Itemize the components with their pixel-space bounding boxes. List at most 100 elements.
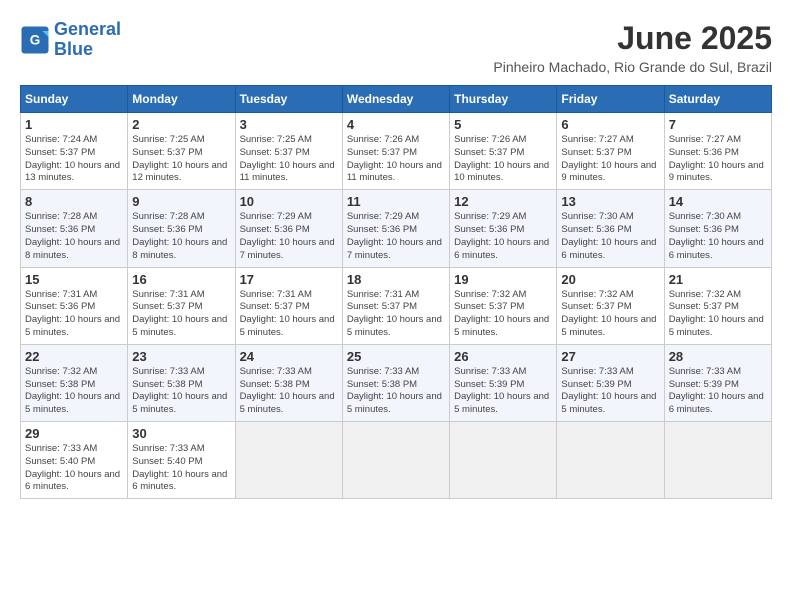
- weekday-header-row: SundayMondayTuesdayWednesdayThursdayFrid…: [21, 86, 772, 113]
- empty-cell: [450, 422, 557, 499]
- empty-cell: [557, 422, 664, 499]
- cell-info-20: Sunrise: 7:32 AM Sunset: 5:37 PM Dayligh…: [561, 289, 659, 340]
- cell-day-11: 11: [347, 194, 445, 209]
- cell-day-26: 26: [454, 349, 552, 364]
- calendar-cell-17: 17 Sunrise: 7:31 AM Sunset: 5:37 PM Dayl…: [235, 267, 342, 344]
- cell-day-30: 30: [132, 426, 230, 441]
- cell-info-9: Sunrise: 7:28 AM Sunset: 5:36 PM Dayligh…: [132, 211, 230, 262]
- cell-day-7: 7: [669, 117, 767, 132]
- weekday-header-monday: Monday: [128, 86, 235, 113]
- week-row-3: 15 Sunrise: 7:31 AM Sunset: 5:36 PM Dayl…: [21, 267, 772, 344]
- cell-info-11: Sunrise: 7:29 AM Sunset: 5:36 PM Dayligh…: [347, 211, 445, 262]
- cell-info-3: Sunrise: 7:25 AM Sunset: 5:37 PM Dayligh…: [240, 134, 338, 185]
- cell-day-9: 9: [132, 194, 230, 209]
- calendar-cell-25: 25 Sunrise: 7:33 AM Sunset: 5:38 PM Dayl…: [342, 344, 449, 421]
- cell-info-17: Sunrise: 7:31 AM Sunset: 5:37 PM Dayligh…: [240, 289, 338, 340]
- cell-day-28: 28: [669, 349, 767, 364]
- calendar-cell-11: 11 Sunrise: 7:29 AM Sunset: 5:36 PM Dayl…: [342, 190, 449, 267]
- cell-day-8: 8: [25, 194, 123, 209]
- empty-cell: [235, 422, 342, 499]
- cell-day-2: 2: [132, 117, 230, 132]
- cell-info-7: Sunrise: 7:27 AM Sunset: 5:36 PM Dayligh…: [669, 134, 767, 185]
- cell-info-12: Sunrise: 7:29 AM Sunset: 5:36 PM Dayligh…: [454, 211, 552, 262]
- cell-info-10: Sunrise: 7:29 AM Sunset: 5:36 PM Dayligh…: [240, 211, 338, 262]
- calendar-cell-5: 5 Sunrise: 7:26 AM Sunset: 5:37 PM Dayli…: [450, 113, 557, 190]
- cell-day-14: 14: [669, 194, 767, 209]
- cell-info-19: Sunrise: 7:32 AM Sunset: 5:37 PM Dayligh…: [454, 289, 552, 340]
- cell-info-30: Sunrise: 7:33 AM Sunset: 5:40 PM Dayligh…: [132, 443, 230, 494]
- cell-info-24: Sunrise: 7:33 AM Sunset: 5:38 PM Dayligh…: [240, 366, 338, 417]
- cell-day-16: 16: [132, 272, 230, 287]
- calendar-cell-13: 13 Sunrise: 7:30 AM Sunset: 5:36 PM Dayl…: [557, 190, 664, 267]
- calendar-cell-8: 8 Sunrise: 7:28 AM Sunset: 5:36 PM Dayli…: [21, 190, 128, 267]
- cell-info-6: Sunrise: 7:27 AM Sunset: 5:37 PM Dayligh…: [561, 134, 659, 185]
- svg-text:G: G: [30, 32, 41, 47]
- cell-day-18: 18: [347, 272, 445, 287]
- weekday-header-saturday: Saturday: [664, 86, 771, 113]
- calendar-cell-28: 28 Sunrise: 7:33 AM Sunset: 5:39 PM Dayl…: [664, 344, 771, 421]
- logo: G General Blue: [20, 20, 121, 60]
- cell-day-27: 27: [561, 349, 659, 364]
- calendar-cell-4: 4 Sunrise: 7:26 AM Sunset: 5:37 PM Dayli…: [342, 113, 449, 190]
- calendar-cell-21: 21 Sunrise: 7:32 AM Sunset: 5:37 PM Dayl…: [664, 267, 771, 344]
- cell-day-10: 10: [240, 194, 338, 209]
- cell-info-23: Sunrise: 7:33 AM Sunset: 5:38 PM Dayligh…: [132, 366, 230, 417]
- cell-info-15: Sunrise: 7:31 AM Sunset: 5:36 PM Dayligh…: [25, 289, 123, 340]
- cell-day-1: 1: [25, 117, 123, 132]
- calendar-cell-9: 9 Sunrise: 7:28 AM Sunset: 5:36 PM Dayli…: [128, 190, 235, 267]
- calendar-cell-23: 23 Sunrise: 7:33 AM Sunset: 5:38 PM Dayl…: [128, 344, 235, 421]
- cell-day-21: 21: [669, 272, 767, 287]
- calendar-cell-24: 24 Sunrise: 7:33 AM Sunset: 5:38 PM Dayl…: [235, 344, 342, 421]
- weekday-header-wednesday: Wednesday: [342, 86, 449, 113]
- empty-cell: [664, 422, 771, 499]
- cell-info-2: Sunrise: 7:25 AM Sunset: 5:37 PM Dayligh…: [132, 134, 230, 185]
- calendar-cell-3: 3 Sunrise: 7:25 AM Sunset: 5:37 PM Dayli…: [235, 113, 342, 190]
- cell-day-3: 3: [240, 117, 338, 132]
- calendar-cell-22: 22 Sunrise: 7:32 AM Sunset: 5:38 PM Dayl…: [21, 344, 128, 421]
- calendar-cell-2: 2 Sunrise: 7:25 AM Sunset: 5:37 PM Dayli…: [128, 113, 235, 190]
- weekday-header-tuesday: Tuesday: [235, 86, 342, 113]
- cell-info-8: Sunrise: 7:28 AM Sunset: 5:36 PM Dayligh…: [25, 211, 123, 262]
- calendar-cell-15: 15 Sunrise: 7:31 AM Sunset: 5:36 PM Dayl…: [21, 267, 128, 344]
- title-area: June 2025 Pinheiro Machado, Rio Grande d…: [493, 20, 772, 75]
- logo-icon: G: [20, 25, 50, 55]
- cell-info-21: Sunrise: 7:32 AM Sunset: 5:37 PM Dayligh…: [669, 289, 767, 340]
- cell-day-25: 25: [347, 349, 445, 364]
- calendar-cell-6: 6 Sunrise: 7:27 AM Sunset: 5:37 PM Dayli…: [557, 113, 664, 190]
- cell-day-19: 19: [454, 272, 552, 287]
- cell-info-18: Sunrise: 7:31 AM Sunset: 5:37 PM Dayligh…: [347, 289, 445, 340]
- week-row-4: 22 Sunrise: 7:32 AM Sunset: 5:38 PM Dayl…: [21, 344, 772, 421]
- header: G General Blue June 2025 Pinheiro Machad…: [20, 20, 772, 75]
- cell-day-4: 4: [347, 117, 445, 132]
- subtitle: Pinheiro Machado, Rio Grande do Sul, Bra…: [493, 59, 772, 75]
- calendar-cell-19: 19 Sunrise: 7:32 AM Sunset: 5:37 PM Dayl…: [450, 267, 557, 344]
- cell-info-4: Sunrise: 7:26 AM Sunset: 5:37 PM Dayligh…: [347, 134, 445, 185]
- weekday-header-thursday: Thursday: [450, 86, 557, 113]
- cell-day-13: 13: [561, 194, 659, 209]
- weekday-header-sunday: Sunday: [21, 86, 128, 113]
- cell-day-20: 20: [561, 272, 659, 287]
- cell-day-12: 12: [454, 194, 552, 209]
- cell-day-23: 23: [132, 349, 230, 364]
- calendar-cell-10: 10 Sunrise: 7:29 AM Sunset: 5:36 PM Dayl…: [235, 190, 342, 267]
- calendar-cell-27: 27 Sunrise: 7:33 AM Sunset: 5:39 PM Dayl…: [557, 344, 664, 421]
- cell-info-26: Sunrise: 7:33 AM Sunset: 5:39 PM Dayligh…: [454, 366, 552, 417]
- calendar-cell-18: 18 Sunrise: 7:31 AM Sunset: 5:37 PM Dayl…: [342, 267, 449, 344]
- cell-day-5: 5: [454, 117, 552, 132]
- cell-info-27: Sunrise: 7:33 AM Sunset: 5:39 PM Dayligh…: [561, 366, 659, 417]
- calendar-cell-7: 7 Sunrise: 7:27 AM Sunset: 5:36 PM Dayli…: [664, 113, 771, 190]
- calendar-cell-29: 29 Sunrise: 7:33 AM Sunset: 5:40 PM Dayl…: [21, 422, 128, 499]
- calendar-cell-26: 26 Sunrise: 7:33 AM Sunset: 5:39 PM Dayl…: [450, 344, 557, 421]
- calendar-cell-14: 14 Sunrise: 7:30 AM Sunset: 5:36 PM Dayl…: [664, 190, 771, 267]
- calendar: SundayMondayTuesdayWednesdayThursdayFrid…: [20, 85, 772, 499]
- cell-day-17: 17: [240, 272, 338, 287]
- cell-info-5: Sunrise: 7:26 AM Sunset: 5:37 PM Dayligh…: [454, 134, 552, 185]
- weekday-header-friday: Friday: [557, 86, 664, 113]
- cell-info-13: Sunrise: 7:30 AM Sunset: 5:36 PM Dayligh…: [561, 211, 659, 262]
- cell-info-16: Sunrise: 7:31 AM Sunset: 5:37 PM Dayligh…: [132, 289, 230, 340]
- month-title: June 2025: [493, 20, 772, 57]
- logo-line2: Blue: [54, 39, 93, 59]
- logo-text: General Blue: [54, 20, 121, 60]
- calendar-cell-30: 30 Sunrise: 7:33 AM Sunset: 5:40 PM Dayl…: [128, 422, 235, 499]
- cell-day-24: 24: [240, 349, 338, 364]
